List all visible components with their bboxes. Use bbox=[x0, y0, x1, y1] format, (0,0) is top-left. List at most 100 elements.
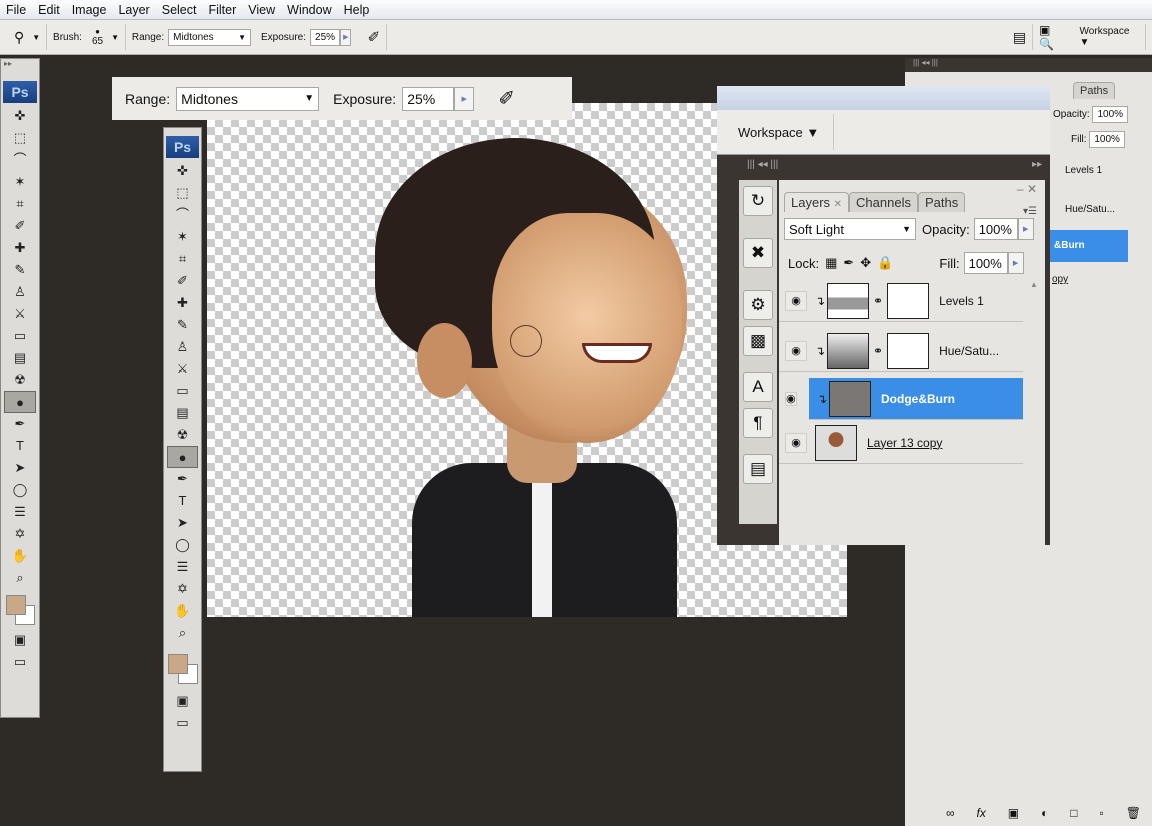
character-icon[interactable]: A bbox=[743, 372, 773, 402]
blend-mode-select[interactable]: Soft Light ▼ bbox=[784, 218, 916, 240]
screen-mode-icon-zoomed[interactable]: ▭ bbox=[164, 712, 201, 734]
color-swatches-zoomed[interactable] bbox=[164, 644, 201, 690]
tool-button-13[interactable]: ● bbox=[4, 391, 36, 413]
layer-name-bg[interactable]: Hue/Satu... bbox=[1065, 204, 1115, 215]
layer-row-hue-saturation[interactable]: ◉ ↴ ⚭ Hue/Satu... bbox=[779, 330, 1023, 372]
layer-name-bg[interactable]: opy bbox=[1052, 274, 1068, 285]
link-icon[interactable]: ∞ bbox=[946, 806, 955, 824]
menu-help[interactable]: Help bbox=[338, 3, 376, 17]
tool-button-20[interactable]: ✋ bbox=[1, 545, 39, 567]
tool-button-0[interactable]: ✜ bbox=[164, 160, 201, 182]
eye-icon[interactable]: ◉ bbox=[785, 432, 807, 453]
tab-channels[interactable]: Channels bbox=[849, 192, 918, 212]
paths-tab-bg[interactable]: Paths bbox=[1073, 82, 1116, 99]
tool-button-6[interactable]: ✚ bbox=[164, 292, 201, 314]
menu-image[interactable]: Image bbox=[66, 3, 113, 17]
tool-button-16[interactable]: ➤ bbox=[164, 512, 201, 534]
airbrush-icon[interactable]: ✐ bbox=[367, 28, 380, 46]
layer-row-dodge-burn-selected[interactable]: ↴ Dodge&Burn bbox=[809, 378, 1023, 420]
color-swatches[interactable] bbox=[1, 589, 39, 629]
eye-icon[interactable]: ◉ bbox=[785, 290, 807, 311]
workspace-button[interactable]: Workspace ▼ bbox=[1080, 26, 1134, 48]
menu-layer[interactable]: Layer bbox=[112, 3, 155, 17]
tool-button-0[interactable]: ✜ bbox=[1, 105, 39, 127]
tool-button-4[interactable]: ⌗ bbox=[1, 193, 39, 215]
lock-position-icon[interactable]: ✥ bbox=[860, 255, 871, 271]
fill-input[interactable]: 100% bbox=[963, 252, 1008, 274]
tool-button-4[interactable]: ⌗ bbox=[164, 248, 201, 270]
lock-all-icon[interactable]: 🔒 bbox=[877, 255, 893, 271]
layer-row-levels[interactable]: ◉ ↴ ⚭ Levels 1 bbox=[779, 280, 1023, 322]
tool-preset-dropdown[interactable]: ▼ bbox=[32, 33, 40, 42]
tool-button-21[interactable]: ⌕ bbox=[164, 622, 201, 644]
exposure-slider-zoomed[interactable]: ▶ bbox=[454, 86, 475, 111]
tool-button-11[interactable]: ▤ bbox=[164, 402, 201, 424]
menu-edit[interactable]: Edit bbox=[32, 3, 66, 17]
tool-button-18[interactable]: ☰ bbox=[164, 556, 201, 578]
tool-button-2[interactable]: ⌒ bbox=[164, 204, 201, 226]
tool-presets-icon[interactable]: ✖ bbox=[743, 238, 773, 268]
brush-picker[interactable]: ● 65 bbox=[92, 27, 103, 47]
opacity-input-bg[interactable]: 100% bbox=[1092, 106, 1129, 123]
layer-name-bg-selected[interactable]: &Burn bbox=[1050, 230, 1128, 262]
tool-button-5[interactable]: ✐ bbox=[1, 215, 39, 237]
tool-button-3[interactable]: ✶ bbox=[1, 171, 39, 193]
tab-paths[interactable]: Paths bbox=[917, 192, 966, 212]
range-select-zoomed[interactable]: Midtones ▼ bbox=[176, 86, 320, 111]
tool-button-15[interactable]: T bbox=[164, 490, 201, 512]
tool-button-15[interactable]: T bbox=[1, 435, 39, 457]
fill-input-bg[interactable]: 100% bbox=[1089, 131, 1126, 148]
new-layer-icon[interactable]: ▫ bbox=[1099, 806, 1103, 824]
tool-button-16[interactable]: ➤ bbox=[1, 457, 39, 479]
tool-button-14[interactable]: ✒ bbox=[1, 413, 39, 435]
menu-filter[interactable]: Filter bbox=[202, 3, 242, 17]
burn-tool-icon[interactable]: ⚲ bbox=[14, 29, 24, 46]
tool-button-21[interactable]: ⌕ bbox=[1, 567, 39, 589]
range-select[interactable]: Midtones ▼ bbox=[168, 28, 251, 46]
tool-button-12[interactable]: ☢ bbox=[164, 424, 201, 446]
airbrush-icon-zoomed[interactable]: ✐ bbox=[498, 86, 515, 111]
tool-button-6[interactable]: ✚ bbox=[1, 237, 39, 259]
tab-layers[interactable]: Layers ✕ bbox=[784, 192, 850, 212]
lock-pixels-icon[interactable]: ✒ bbox=[843, 255, 854, 271]
trash-icon[interactable]: 🗑 bbox=[1126, 806, 1141, 824]
fill-slider-button[interactable]: ▶ bbox=[1007, 252, 1024, 274]
tool-button-9[interactable]: ⚔ bbox=[164, 358, 201, 380]
folder-icon[interactable]: □ bbox=[1070, 806, 1077, 824]
close-icon[interactable]: ✕ bbox=[1027, 182, 1037, 196]
lock-transparency-icon[interactable]: ▦ bbox=[825, 255, 837, 271]
brush-dropdown[interactable]: ▼ bbox=[111, 33, 119, 42]
layers-scrollbar[interactable]: ▲ bbox=[1025, 280, 1043, 540]
tool-button-3[interactable]: ✶ bbox=[164, 226, 201, 248]
clone-source-icon[interactable]: ▩ bbox=[743, 326, 773, 356]
bridge-icon[interactable]: ▣🔍 bbox=[1039, 23, 1062, 51]
layer-row-layer13copy[interactable]: ◉ Layer 13 copy bbox=[779, 422, 1023, 464]
workspace-button-zoomed[interactable]: Workspace ▼ bbox=[738, 125, 819, 140]
tool-button-12[interactable]: ☢ bbox=[1, 369, 39, 391]
tool-button-7[interactable]: ✎ bbox=[1, 259, 39, 281]
tool-button-14[interactable]: ✒ bbox=[164, 468, 201, 490]
fx-icon[interactable]: fx bbox=[976, 806, 985, 824]
tool-button-1[interactable]: ⬚ bbox=[164, 182, 201, 204]
layer-name-bg[interactable]: Levels 1 bbox=[1065, 165, 1102, 176]
tool-button-7[interactable]: ✎ bbox=[164, 314, 201, 336]
tool-button-11[interactable]: ▤ bbox=[1, 347, 39, 369]
tab-close-icon[interactable]: ✕ bbox=[834, 199, 842, 210]
adjustment-icon[interactable]: ◐ bbox=[1041, 806, 1048, 824]
tool-button-17[interactable]: ◯ bbox=[1, 479, 39, 501]
exposure-slider-button[interactable]: ▶ bbox=[340, 28, 352, 46]
panel-menu-icon[interactable]: ▾☰ bbox=[1023, 206, 1037, 217]
eye-icon[interactable]: ◉ bbox=[785, 392, 797, 406]
tool-button-1[interactable]: ⬚ bbox=[1, 127, 39, 149]
tool-button-9[interactable]: ⚔ bbox=[1, 303, 39, 325]
tool-button-13[interactable]: ● bbox=[167, 446, 198, 468]
paragraph-icon[interactable]: ¶ bbox=[743, 408, 773, 438]
mask-icon[interactable]: ▣ bbox=[1008, 806, 1019, 824]
history-icon[interactable]: ↻ bbox=[743, 186, 773, 216]
tool-button-10[interactable]: ▭ bbox=[1, 325, 39, 347]
menu-select[interactable]: Select bbox=[156, 3, 203, 17]
minimize-icon[interactable]: – bbox=[1017, 182, 1024, 196]
notes-icon[interactable]: ▤ bbox=[743, 454, 773, 484]
tool-button-19[interactable]: ✡ bbox=[1, 523, 39, 545]
quick-mask-icon[interactable]: ▣ bbox=[1, 629, 39, 651]
